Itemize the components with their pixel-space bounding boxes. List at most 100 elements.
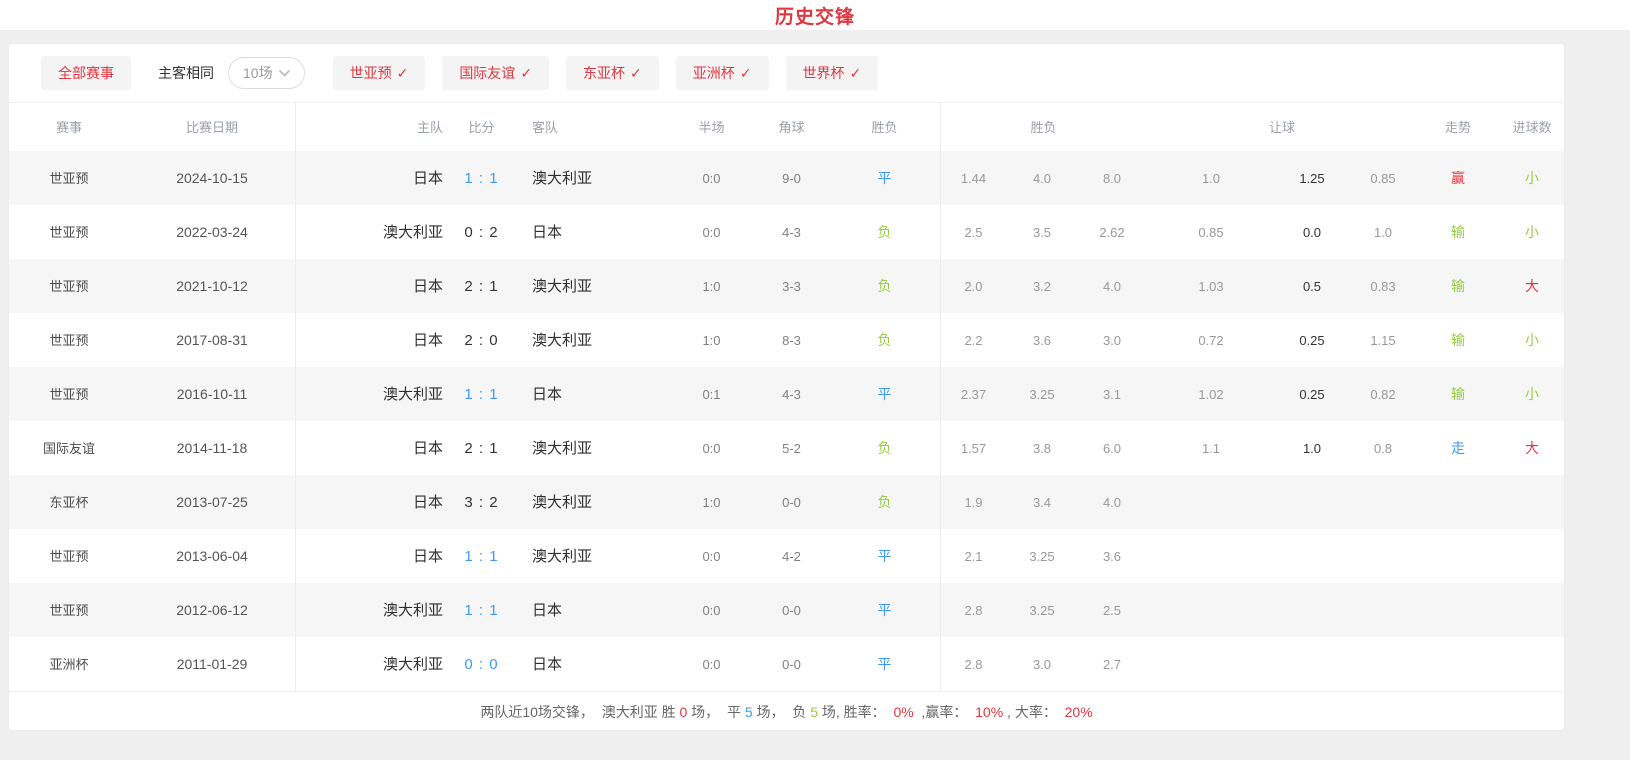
cell-odds-win: 2.1: [941, 550, 1006, 563]
summary-text: , 大率：: [1003, 702, 1064, 722]
cell-goals: 大: [1498, 279, 1566, 293]
cell-odds-win: 2.2: [941, 334, 1006, 347]
summary-stat-value: 0%: [893, 704, 913, 720]
cell-halftime: 0:0: [669, 604, 754, 617]
cell-odds-win: 2.37: [941, 388, 1006, 401]
cell-odds-win: 1.9: [941, 496, 1006, 509]
cell-date: 2021-10-12: [129, 259, 296, 313]
cell-result: 平: [829, 583, 941, 637]
cell-handicap-line: 1.25: [1276, 172, 1348, 185]
cell-score: 0 : 0: [449, 657, 514, 672]
table-row: 国际友谊2014-11-18日本2 : 1澳大利亚0:05-2负1.573.86…: [9, 421, 1564, 475]
match-count-value: 10场: [243, 63, 273, 83]
league-filter-button[interactable]: 亚洲杯✓: [676, 56, 769, 90]
cell-odds-draw: 3.25: [1006, 550, 1078, 563]
cell-odds-lose: 4.0: [1078, 496, 1146, 509]
page-title: 历史交锋: [775, 2, 855, 29]
column-header-goals: 进球数: [1498, 121, 1566, 134]
cell-date: 2012-06-12: [129, 583, 296, 637]
cell-score: 0 : 2: [449, 225, 514, 240]
cell-trend: 走: [1418, 441, 1498, 455]
cell-corners: 4-2: [754, 550, 829, 563]
cell-odds-lose: 3.0: [1078, 334, 1146, 347]
table-row: 世亚预2016-10-11澳大利亚1 : 1日本0:14-3平2.373.253…: [9, 367, 1564, 421]
cell-score: 1 : 1: [449, 603, 514, 618]
cell-trend: 输: [1418, 279, 1498, 293]
check-icon: ✓: [397, 65, 409, 82]
cell-handicap-home: 0.72: [1146, 334, 1276, 347]
cell-result: 平: [829, 637, 941, 691]
cell-result: 平: [829, 529, 941, 583]
summary-text: 场， 平: [687, 702, 745, 722]
chevron-down-icon: [279, 70, 290, 77]
league-filter-button[interactable]: 东亚杯✓: [566, 56, 659, 90]
match-count-dropdown[interactable]: 10场: [228, 57, 305, 89]
cell-date: 2017-08-31: [129, 313, 296, 367]
cell-result: 负: [829, 205, 941, 259]
column-header-trend: 走势: [1418, 121, 1498, 134]
league-filter-group: 世亚预✓国际友谊✓东亚杯✓亚洲杯✓世界杯✓: [333, 56, 896, 90]
league-filter-button[interactable]: 世界杯✓: [786, 56, 879, 90]
cell-score: 1 : 1: [449, 171, 514, 186]
summary-stat-value: 0: [679, 704, 687, 720]
cell-odds-win: 1.57: [941, 442, 1006, 455]
cell-event: 亚洲杯: [9, 658, 129, 671]
cell-result: 负: [829, 259, 941, 313]
league-filter-button[interactable]: 世亚预✓: [333, 56, 426, 90]
cell-event: 世亚预: [9, 334, 129, 347]
table-row: 世亚预2013-06-04日本1 : 1澳大利亚0:04-2平2.13.253.…: [9, 529, 1564, 583]
table-row: 东亚杯2013-07-25日本3 : 2澳大利亚1:00-0负1.93.44.0: [9, 475, 1564, 529]
cell-home-team: 澳大利亚: [296, 657, 449, 672]
cell-away-team: 日本: [514, 603, 669, 618]
cell-odds-lose: 2.62: [1078, 226, 1146, 239]
cell-score: 2 : 0: [449, 333, 514, 348]
cell-result: 负: [829, 475, 941, 529]
column-header-score: 比分: [449, 121, 514, 134]
cell-home-team: 日本: [296, 441, 449, 456]
league-filter-label: 国际友谊: [459, 63, 515, 83]
summary-stat-value: 5: [810, 704, 818, 720]
cell-handicap-away: 1.0: [1348, 226, 1418, 239]
cell-away-team: 澳大利亚: [514, 549, 669, 564]
home-away-same-filter[interactable]: 主客相同: [158, 63, 214, 83]
cell-odds-win: 2.8: [941, 658, 1006, 671]
cell-result: 平: [829, 367, 941, 421]
cell-handicap-away: 1.15: [1348, 334, 1418, 347]
column-header-event: 赛事: [9, 121, 129, 134]
cell-odds-draw: 3.5: [1006, 226, 1078, 239]
cell-away-team: 澳大利亚: [514, 333, 669, 348]
cell-halftime: 0:0: [669, 550, 754, 563]
cell-corners: 3-3: [754, 280, 829, 293]
summary-text: 场， 负: [753, 702, 811, 722]
cell-date: 2013-06-04: [129, 529, 296, 583]
table-header-row: 赛事 比赛日期 主队 比分 客队 半场 角球 胜负 胜负 让球 走势 进球数: [9, 103, 1564, 151]
cell-away-team: 日本: [514, 387, 669, 402]
cell-odds-lose: 3.6: [1078, 550, 1146, 563]
cell-handicap-line: 0.0: [1276, 226, 1348, 239]
filter-bar: 全部赛事 主客相同 10场 世亚预✓国际友谊✓东亚杯✓亚洲杯✓世界杯✓: [9, 44, 1564, 103]
cell-event: 世亚预: [9, 172, 129, 185]
cell-date: 2014-11-18: [129, 421, 296, 475]
column-header-result: 胜负: [829, 103, 941, 151]
cell-trend: 输: [1418, 225, 1498, 239]
cell-home-team: 日本: [296, 171, 449, 186]
cell-trend: 赢: [1418, 171, 1498, 185]
cell-date: 2011-01-29: [129, 637, 296, 691]
cell-date: 2016-10-11: [129, 367, 296, 421]
cell-date: 2022-03-24: [129, 205, 296, 259]
cell-goals: 小: [1498, 333, 1566, 347]
summary-stat-value: 20%: [1065, 704, 1093, 720]
cell-handicap-away: 0.83: [1348, 280, 1418, 293]
all-events-button[interactable]: 全部赛事: [41, 56, 131, 90]
cell-home-team: 日本: [296, 333, 449, 348]
cell-event: 世亚预: [9, 226, 129, 239]
table-row: 世亚预2012-06-12澳大利亚1 : 1日本0:00-0平2.83.252.…: [9, 583, 1564, 637]
cell-halftime: 1:0: [669, 496, 754, 509]
cell-home-team: 日本: [296, 549, 449, 564]
league-filter-label: 东亚杯: [583, 63, 625, 83]
cell-corners: 9-0: [754, 172, 829, 185]
cell-away-team: 澳大利亚: [514, 279, 669, 294]
cell-odds-lose: 2.7: [1078, 658, 1146, 671]
league-filter-button[interactable]: 国际友谊✓: [442, 56, 549, 90]
cell-odds-lose: 4.0: [1078, 280, 1146, 293]
